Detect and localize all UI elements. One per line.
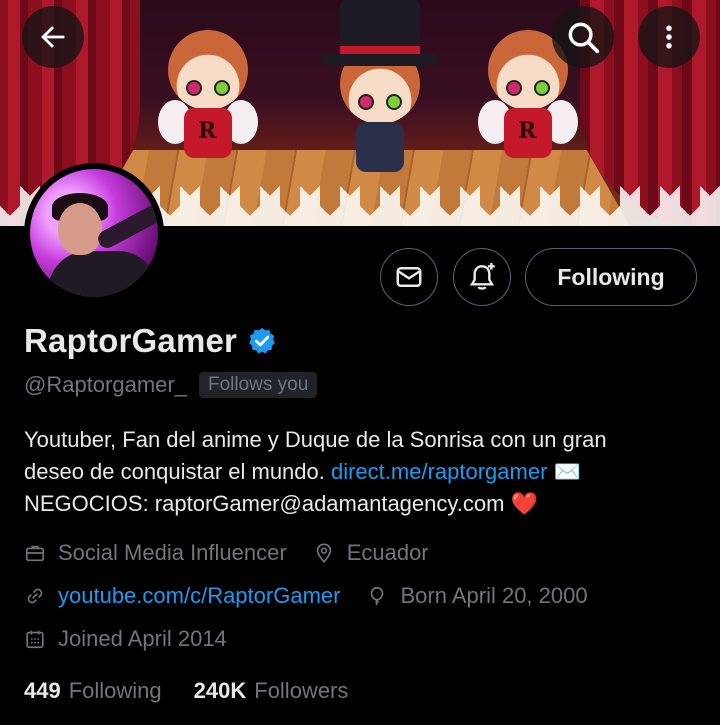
chibi-character-center	[330, 44, 430, 194]
name-row: RaptorGamer	[24, 322, 277, 360]
display-name: RaptorGamer	[24, 322, 238, 359]
top-hat	[340, 0, 420, 56]
calendar-icon	[26, 630, 44, 649]
followers-label: Followers	[254, 678, 349, 703]
arrow-left-icon	[41, 26, 65, 48]
category-item: Social Media Influencer	[24, 540, 287, 566]
meta-row-2: youtube.com/c/RaptorGamer Born April 20,…	[24, 583, 614, 609]
handle-row: @Raptorgamer_ Follows you	[24, 372, 318, 398]
envelope-icon	[396, 267, 422, 287]
back-button[interactable]	[22, 6, 84, 68]
following-stat[interactable]: 449 Following	[24, 678, 194, 704]
bio-line-3: NEGOCIOS: raptorGamer@adamantagency.com …	[24, 488, 704, 520]
location-item: Ecuador	[313, 540, 429, 566]
briefcase-icon	[25, 545, 45, 562]
profile-joined-date: Joined April 2014	[58, 626, 227, 651]
verified-badge-icon[interactable]	[247, 326, 277, 356]
chibi-character-left	[158, 30, 258, 180]
envelope-emoji: ✉️	[553, 459, 581, 484]
bio-link[interactable]: direct.me/raptorgamer	[331, 459, 547, 484]
profile-avatar[interactable]	[24, 163, 164, 303]
follows-you-badge: Follows you	[198, 372, 318, 398]
message-button[interactable]	[380, 248, 438, 306]
search-icon	[568, 22, 600, 54]
bell-plus-icon	[469, 263, 495, 290]
bio-text: deseo de conquistar el mundo.	[24, 459, 331, 484]
website-item[interactable]: youtube.com/c/RaptorGamer	[24, 583, 340, 609]
followers-count: 240K	[193, 678, 247, 703]
followers-stat[interactable]: 240K Followers	[194, 678, 381, 704]
birthday-item: Born April 20, 2000	[366, 583, 588, 609]
follow-stats: 449 Following 240K Followers	[24, 678, 380, 704]
meta-row-3: Joined April 2014	[24, 626, 253, 652]
top-hat-brim	[322, 54, 438, 66]
following-label: Following	[68, 678, 162, 703]
more-vertical-icon	[666, 25, 672, 49]
profile-bio: Youtuber, Fan del anime y Duque de la So…	[24, 424, 704, 520]
username-handle: @Raptorgamer_	[24, 372, 187, 397]
profile-location: Ecuador	[346, 540, 429, 565]
balloon-icon	[371, 586, 384, 606]
following-count: 449	[24, 678, 61, 703]
following-button[interactable]: Following	[525, 248, 697, 306]
more-options-button[interactable]	[638, 6, 700, 68]
profile-category: Social Media Influencer	[58, 540, 287, 565]
search-button[interactable]	[552, 6, 614, 68]
bio-line-2: deseo de conquistar el mundo. direct.me/…	[24, 456, 704, 488]
location-pin-icon	[316, 543, 331, 563]
heart-emoji: ❤️	[510, 491, 538, 516]
notifications-button[interactable]	[453, 248, 511, 306]
profile-birthday: Born April 20, 2000	[400, 583, 588, 608]
meta-row-1: Social Media Influencer Ecuador	[24, 540, 455, 566]
link-icon	[27, 588, 43, 604]
bio-business-email: NEGOCIOS: raptorGamer@adamantagency.com	[24, 491, 511, 516]
bio-line-1: Youtuber, Fan del anime y Duque de la So…	[24, 427, 607, 452]
profile-website-link[interactable]: youtube.com/c/RaptorGamer	[58, 583, 340, 609]
joined-item: Joined April 2014	[24, 626, 227, 652]
